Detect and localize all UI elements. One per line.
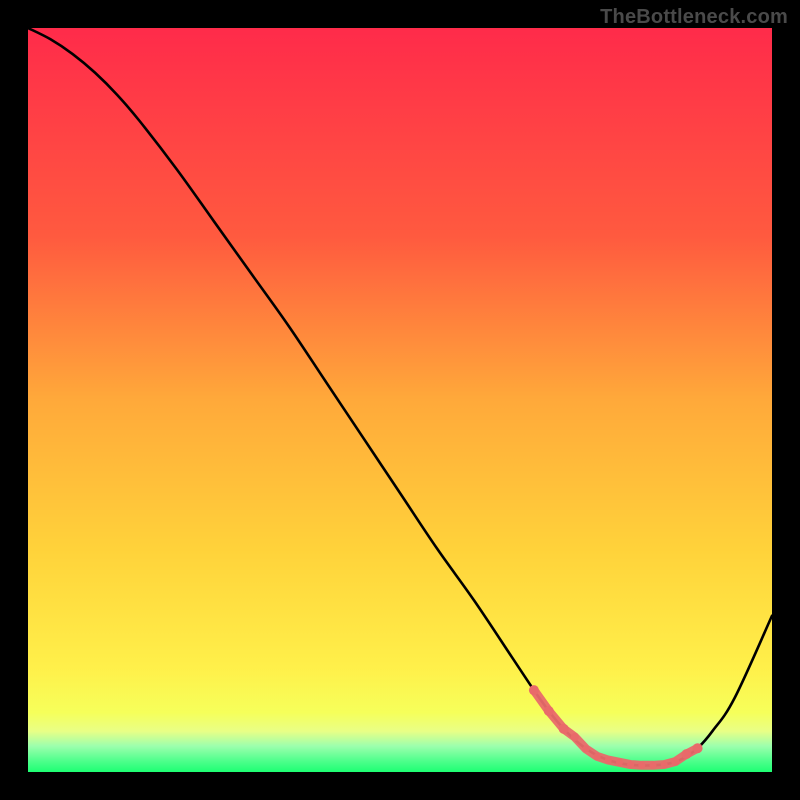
watermark-text: TheBottleneck.com	[600, 6, 788, 29]
highlight-marker	[583, 745, 590, 752]
highlight-marker	[681, 749, 691, 759]
highlight-marker	[571, 733, 579, 741]
highlight-marker	[649, 762, 656, 769]
highlight-marker	[529, 685, 539, 695]
highlight-marker	[638, 762, 645, 769]
highlight-marker	[671, 758, 679, 766]
gradient-background	[28, 28, 772, 772]
highlight-marker	[544, 706, 554, 716]
highlight-marker	[616, 759, 623, 766]
highlight-marker	[594, 753, 601, 760]
chart-plot-area	[28, 28, 772, 772]
chart-svg	[28, 28, 772, 772]
highlight-marker	[661, 761, 668, 768]
highlight-marker	[627, 761, 634, 768]
highlight-marker	[605, 757, 612, 764]
highlight-marker	[693, 743, 703, 753]
highlight-marker	[559, 724, 569, 734]
